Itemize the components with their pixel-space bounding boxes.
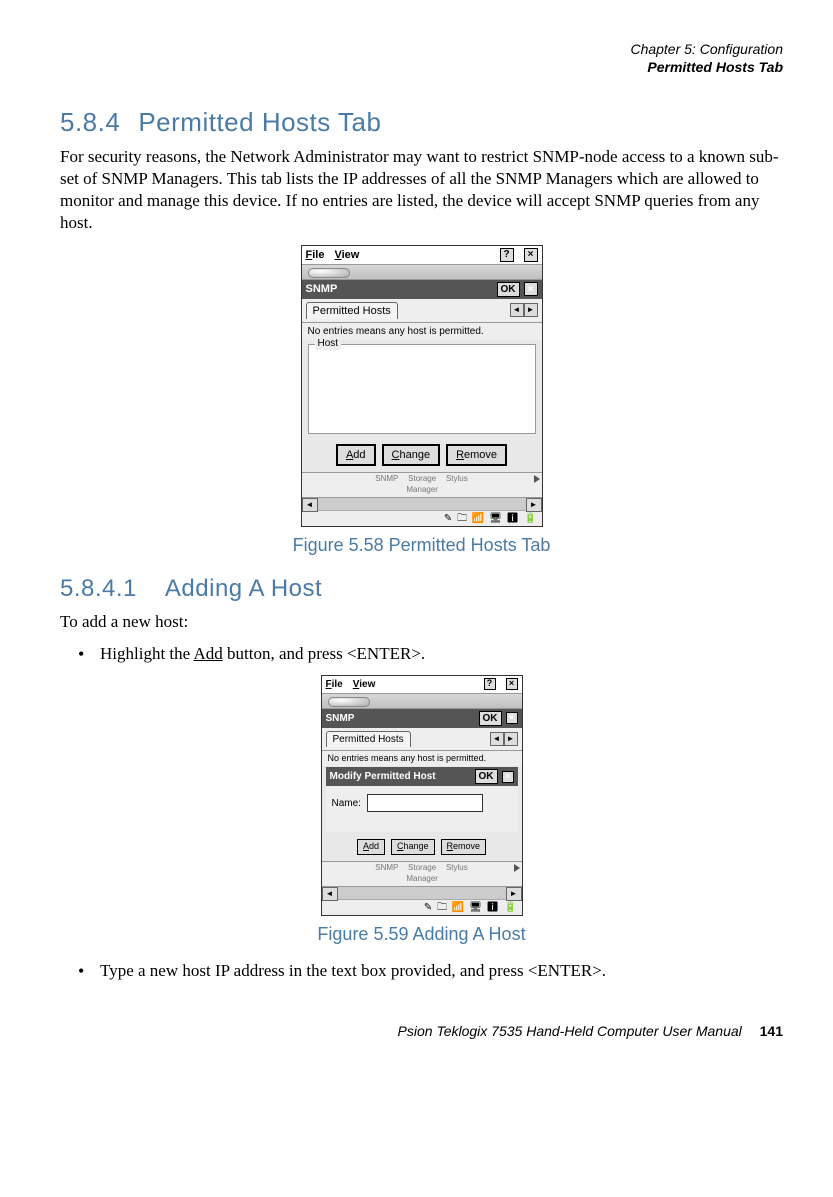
ok-button[interactable]: OK (497, 282, 520, 297)
chapter-label: Chapter 5: Configuration (60, 40, 783, 58)
name-field-row: Name: (326, 786, 518, 832)
window-decor-2 (322, 694, 522, 709)
taskbar-icons: SNMP StorageManager Stylus (302, 472, 542, 497)
tab-scroll-right-2[interactable]: ► (504, 732, 518, 746)
tab-scroll-left-2[interactable]: ◄ (490, 732, 504, 746)
menu-view[interactable]: View (334, 248, 359, 262)
tab-scroll-right[interactable]: ► (524, 303, 538, 317)
scroll-right-2[interactable]: ► (506, 887, 522, 901)
add-button[interactable]: Add (336, 444, 376, 466)
change-button-2[interactable]: Change (391, 839, 435, 855)
close-button-2[interactable]: × (506, 678, 518, 690)
tab-scroll-left[interactable]: ◄ (510, 303, 524, 317)
para-add-host: To add a new host: (60, 611, 783, 633)
bullet-type-ip: Type a new host IP address in the text b… (60, 960, 783, 982)
add-link-text: Add (194, 644, 223, 663)
snmp-titlebar: SNMP OK × (302, 280, 542, 299)
host-list-panel: Host (308, 344, 536, 434)
ok-button-2[interactable]: OK (479, 711, 502, 726)
heading-5-8-4: 5.8.4 Permitted Hosts Tab (60, 106, 783, 140)
button-row: Add Change Remove (302, 440, 542, 472)
tab-permitted-hosts[interactable]: Permitted Hosts (306, 302, 398, 319)
help-button[interactable]: ? (500, 248, 514, 262)
close-button[interactable]: × (524, 248, 538, 262)
snmp-title-2: SNMP (326, 712, 475, 725)
taskbar-icons-2: SNMP StorageManager Stylus (322, 861, 522, 886)
add-button-2[interactable]: Add (357, 839, 385, 855)
icon-stylus[interactable]: Stylus (446, 474, 468, 495)
modify-ok-button[interactable]: OK (475, 769, 498, 784)
intro-paragraph: For security reasons, the Network Admini… (60, 146, 783, 234)
window-decor (302, 265, 542, 280)
subheading-number: 5.8.4.1 (60, 575, 137, 602)
section-label: Permitted Hosts Tab (60, 58, 783, 76)
heading-number: 5.8.4 (60, 107, 120, 137)
modify-close-button[interactable]: × (502, 771, 514, 783)
snmp-close-button[interactable]: × (524, 282, 538, 296)
modify-host-window: Modify Permitted Host OK × Name: (326, 767, 518, 832)
page-footer: Psion Teklogix 7535 Hand-Held Computer U… (60, 1022, 783, 1040)
modify-title: Modify Permitted Host (330, 770, 471, 783)
icon-snmp-2[interactable]: SNMP (375, 863, 398, 884)
icon-storage-manager-2[interactable]: StorageManager (406, 863, 438, 884)
remove-button[interactable]: Remove (446, 444, 507, 466)
screenshot-adding-host: File View ? × SNMP OK × Permitted Hosts … (321, 675, 523, 916)
heading-title: Permitted Hosts Tab (138, 107, 381, 137)
name-label: Name: (332, 797, 361, 810)
page-header: Chapter 5: Configuration Permitted Hosts… (60, 40, 783, 76)
subheading-title: Adding A Host (165, 575, 322, 602)
screenshot-permitted-hosts: File View ? × SNMP OK × Permitted Hosts … (301, 245, 543, 528)
scroll-track[interactable] (318, 498, 526, 510)
help-button-2[interactable]: ? (484, 678, 496, 690)
menubar: File View ? × (302, 246, 542, 265)
system-tray: ✎ 🗀 📶 🖥 ℹ 🔋 (302, 510, 542, 526)
name-input[interactable] (367, 794, 483, 812)
button-row-2: Add Change Remove (322, 835, 522, 861)
tab-permitted-hosts-2[interactable]: Permitted Hosts (326, 731, 411, 747)
snmp-titlebar-2: SNMP OK × (322, 709, 522, 728)
footer-title: Psion Teklogix 7535 Hand-Held Computer U… (398, 1023, 742, 1039)
horizontal-scrollbar[interactable]: ◄ ► (302, 497, 542, 510)
menu-view-2[interactable]: View (353, 678, 376, 691)
system-tray-2: ✎ 🗀 📶 🖥 ℹ 🔋 (322, 899, 522, 915)
icon-stylus-2[interactable]: Stylus (446, 863, 468, 884)
tab-row: Permitted Hosts ◄ ► (302, 299, 542, 323)
icon-storage-manager[interactable]: StorageManager (406, 474, 438, 495)
change-button[interactable]: Change (382, 444, 441, 466)
horizontal-scrollbar-2[interactable]: ◄ ► (322, 886, 522, 899)
tab-row-2: Permitted Hosts ◄ ► (322, 728, 522, 751)
bullet-highlight-add: Highlight the Add button, and press <ENT… (60, 643, 783, 665)
snmp-close-button-2[interactable]: × (506, 712, 518, 724)
scroll-left-2[interactable]: ◄ (322, 887, 338, 901)
remove-button-2[interactable]: Remove (441, 839, 487, 855)
menubar-2: File View ? × (322, 676, 522, 694)
heading-5-8-4-1: 5.8.4.1 Adding A Host (60, 573, 783, 604)
figure-59-caption: Figure 5.59 Adding A Host (60, 923, 783, 946)
page-number: 141 (760, 1023, 783, 1039)
scroll-right[interactable]: ► (526, 498, 542, 512)
menu-file[interactable]: File (306, 248, 325, 262)
figure-58-caption: Figure 5.58 Permitted Hosts Tab (60, 534, 783, 557)
note-text-2: No entries means any host is permitted. (322, 751, 522, 767)
icon-snmp[interactable]: SNMP (375, 474, 398, 495)
menu-file-2[interactable]: File (326, 678, 343, 691)
host-legend: Host (315, 337, 342, 350)
modify-titlebar: Modify Permitted Host OK × (326, 767, 518, 786)
snmp-title: SNMP (306, 282, 493, 296)
scroll-track-2[interactable] (338, 887, 506, 899)
scroll-left[interactable]: ◄ (302, 498, 318, 512)
